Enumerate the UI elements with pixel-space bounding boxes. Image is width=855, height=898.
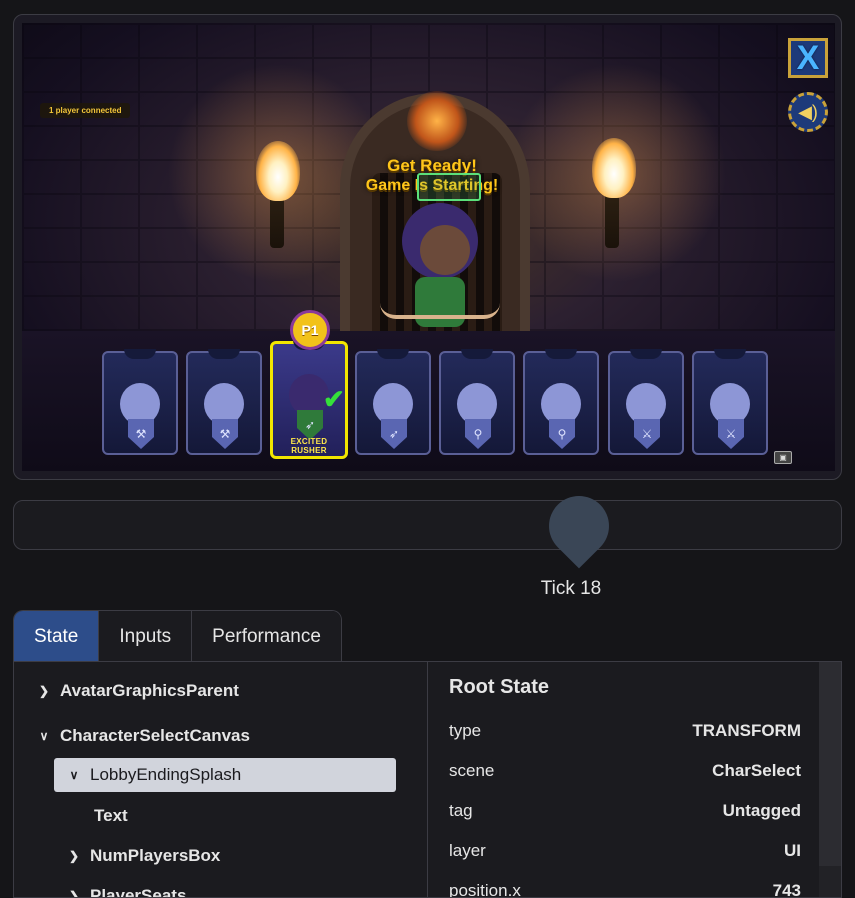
- character-portrait: [373, 383, 413, 425]
- sound-button[interactable]: ◀): [788, 92, 828, 132]
- close-button[interactable]: X: [788, 38, 828, 78]
- state-key: type: [449, 721, 482, 740]
- character-card[interactable]: ⚲: [439, 349, 515, 455]
- state-value: TRANSFORM: [692, 721, 801, 740]
- character-card[interactable]: ⚲: [523, 349, 599, 455]
- tree-item-label: LobbyEndingSplash: [90, 765, 242, 784]
- scrollbar-thumb[interactable]: [819, 662, 841, 866]
- tree-item-label: AvatarGraphicsParent: [60, 681, 239, 700]
- chevron-right-icon: ❯: [38, 684, 50, 698]
- timeline-scrubber-handle[interactable]: [536, 483, 622, 569]
- tree-item-label: PlayerSeats: [90, 886, 187, 898]
- sword-icon: ⚔: [718, 419, 744, 449]
- close-icon: X: [796, 38, 820, 77]
- tree-item-lobbyendingsplash[interactable]: ∨ LobbyEndingSplash: [54, 758, 396, 792]
- state-value: 743: [772, 881, 801, 898]
- character-portrait: [457, 383, 497, 425]
- state-key: tag: [449, 801, 473, 820]
- state-key: scene: [449, 761, 495, 780]
- camera-icon[interactable]: ▣: [774, 451, 792, 464]
- state-row-scene: scene CharSelect: [449, 759, 801, 783]
- tab-inputs[interactable]: Inputs: [99, 611, 193, 662]
- skull-emblem: [407, 91, 467, 151]
- tab-state[interactable]: State: [14, 611, 100, 662]
- inspector-tabs: State Inputs Performance: [13, 610, 342, 662]
- flame-left: [256, 141, 300, 201]
- tick-timeline[interactable]: [13, 500, 842, 550]
- tab-performance[interactable]: Performance: [192, 611, 341, 662]
- character-portrait: [710, 383, 750, 425]
- root-state-panel: Root State type TRANSFORM scene CharSele…: [429, 662, 819, 897]
- character-card[interactable]: ⚒: [186, 349, 262, 455]
- state-value: Untagged: [722, 801, 801, 820]
- character-name: EXCITED RUSHER: [290, 437, 328, 455]
- character-portrait: [626, 383, 666, 425]
- tree-item-playerseats[interactable]: ❯ PlayerSeats: [64, 879, 187, 898]
- hierarchy-tree: ❯ AvatarGraphicsParent ∨ CharacterSelect…: [14, 662, 428, 897]
- state-value: UI: [784, 841, 801, 860]
- state-value: CharSelect: [712, 761, 801, 780]
- tree-item-text[interactable]: Text: [94, 799, 128, 833]
- hammer-icon: ⚒: [212, 419, 238, 449]
- hero-character: [380, 203, 500, 353]
- game-scene[interactable]: Get Ready! Game Is Starting! 1 player co…: [22, 23, 835, 471]
- tree-item-label: NumPlayersBox: [90, 846, 221, 865]
- state-key: position.x: [449, 881, 521, 898]
- tick-label: Tick 18: [540, 578, 602, 599]
- magnify-icon: ⚲: [549, 419, 575, 449]
- character-card[interactable]: ⚔: [692, 349, 768, 455]
- character-portrait: [120, 383, 160, 425]
- speaker-icon: ◀): [798, 101, 818, 122]
- state-row-type: type TRANSFORM: [449, 719, 801, 743]
- chevron-right-icon: ❯: [68, 849, 80, 863]
- chevron-right-icon: ❯: [68, 889, 80, 898]
- state-row-tag: tag Untagged: [449, 799, 801, 823]
- tree-item-label: Text: [94, 806, 128, 825]
- check-icon: ✔: [323, 384, 345, 414]
- state-row-position-x: position.x 743: [449, 879, 801, 898]
- bow-icon: ➶: [381, 419, 407, 449]
- tree-item-numplayersbox[interactable]: ❯ NumPlayersBox: [64, 839, 220, 873]
- chevron-down-icon: ∨: [69, 768, 79, 782]
- hammer-icon: ⚒: [128, 419, 154, 449]
- hero-face: [420, 225, 470, 275]
- character-select-cards: ⚒ ⚒ P1 ➶ ✔ EXCITED RUSHER ➶ ⚲ ⚲ ⚔ ⚔: [102, 310, 772, 465]
- player1-badge: P1: [290, 310, 330, 350]
- state-scrollbar[interactable]: [819, 662, 841, 897]
- tree-item-characterselectcanvas[interactable]: ∨ CharacterSelectCanvas: [34, 719, 250, 753]
- flame-right: [592, 138, 636, 198]
- tree-item-label: CharacterSelectCanvas: [60, 726, 250, 745]
- players-connected-label: 1 player connected: [40, 103, 131, 118]
- magnify-icon: ⚲: [465, 419, 491, 449]
- map-pin-icon: [536, 483, 622, 569]
- game-viewport[interactable]: Get Ready! Game Is Starting! 1 player co…: [13, 14, 842, 480]
- state-key: layer: [449, 841, 486, 860]
- inspector-panel: ❯ AvatarGraphicsParent ∨ CharacterSelect…: [13, 661, 842, 898]
- sword-icon: ⚔: [634, 419, 660, 449]
- bow-icon: ➶: [297, 410, 323, 440]
- character-card[interactable]: ➶: [355, 349, 431, 455]
- character-card-selected[interactable]: P1 ➶ ✔ EXCITED RUSHER: [270, 310, 348, 459]
- character-portrait: [204, 383, 244, 425]
- hero-body: [415, 277, 465, 327]
- character-card[interactable]: ⚒: [102, 349, 178, 455]
- hero-bow: [380, 303, 500, 319]
- chevron-down-icon: ∨: [39, 729, 49, 743]
- state-title: Root State: [449, 676, 549, 698]
- state-row-layer: layer UI: [449, 839, 801, 863]
- tree-item-avatargraphicsparent[interactable]: ❯ AvatarGraphicsParent: [34, 674, 239, 708]
- character-portrait: [541, 383, 581, 425]
- selection-highlight: [417, 173, 481, 201]
- character-card[interactable]: ⚔: [608, 349, 684, 455]
